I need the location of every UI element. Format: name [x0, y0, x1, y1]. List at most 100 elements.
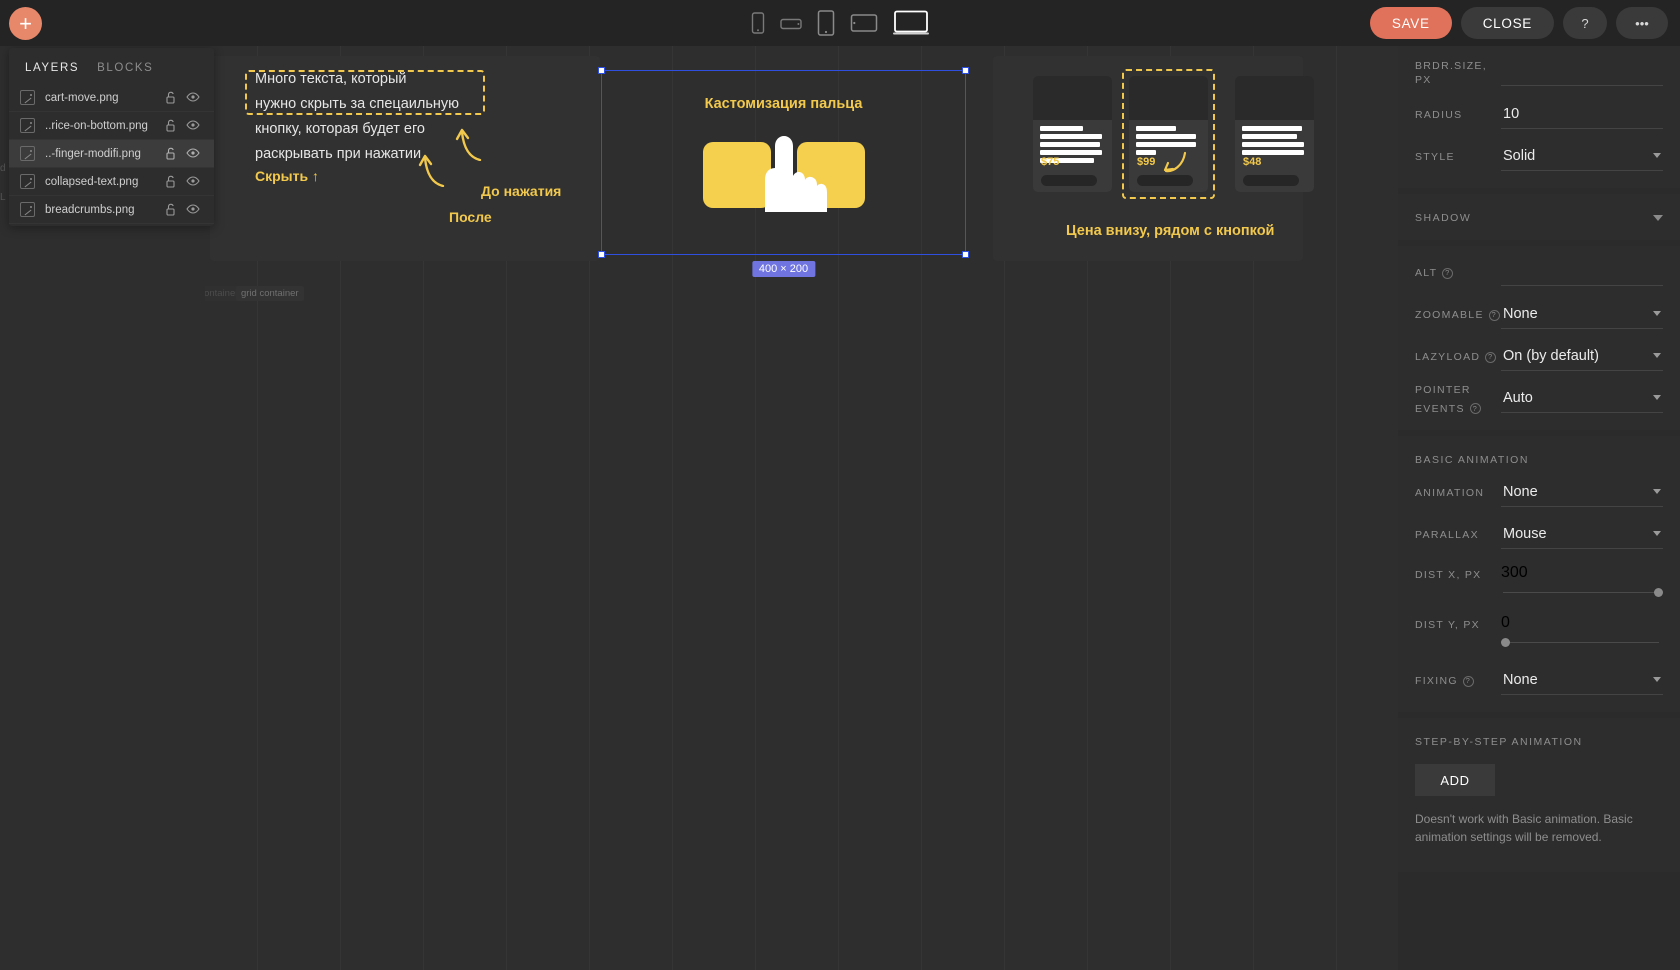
- pointer-events-select[interactable]: Auto: [1501, 385, 1663, 413]
- resize-handle-top-right[interactable]: [962, 67, 969, 74]
- layer-label: ..rice-on-bottom.png: [45, 119, 148, 132]
- dist-y-input[interactable]: 0: [1501, 614, 1663, 634]
- finger-customization-title: Кастомизация пальца: [704, 96, 863, 112]
- fixing-select[interactable]: None: [1501, 667, 1663, 695]
- unlock-icon[interactable]: [160, 89, 182, 107]
- parallax-select[interactable]: Mouse: [1501, 521, 1663, 549]
- arrow-price-icon: [1163, 151, 1187, 173]
- device-mobile-landscape[interactable]: [780, 16, 802, 30]
- save-button[interactable]: SAVE: [1369, 7, 1452, 39]
- collapsed-line-1: Много текста, который: [255, 71, 407, 87]
- close-button[interactable]: CLOSE: [1460, 7, 1554, 39]
- visibility-eye-icon[interactable]: [182, 145, 204, 163]
- layer-item-3[interactable]: collapsed-text.png: [9, 168, 214, 196]
- card-cta-button[interactable]: [1137, 175, 1193, 186]
- unlock-icon[interactable]: [160, 145, 182, 163]
- more-options-icon[interactable]: •••: [1616, 7, 1668, 39]
- alt-input[interactable]: [1501, 260, 1663, 286]
- help-icon[interactable]: ?: [1442, 267, 1454, 279]
- visibility-eye-icon[interactable]: [182, 201, 204, 219]
- help-icon[interactable]: ?: [1485, 351, 1497, 363]
- tab-layers[interactable]: LAYERS: [25, 62, 79, 74]
- toolbar-actions: SAVE CLOSE ? •••: [1369, 7, 1668, 39]
- image-settings-section: ALT ? ZOOMABLE ? None LAZYLOAD ? On (by …: [1398, 246, 1680, 430]
- layer-item-0[interactable]: cart-move.png: [9, 84, 214, 112]
- zoomable-label: ZOOMABLE ?: [1415, 308, 1501, 322]
- tab-blocks[interactable]: BLOCKS: [97, 62, 153, 74]
- parallax-row: PARALLAX Mouse: [1398, 514, 1680, 556]
- zoomable-row: ZOOMABLE ? None: [1398, 294, 1680, 336]
- slider-knob[interactable]: [1501, 638, 1510, 647]
- slider-knob[interactable]: [1654, 588, 1663, 597]
- chevron-down-icon: [1653, 153, 1661, 158]
- shadow-header[interactable]: SHADOW: [1398, 200, 1680, 236]
- shadow-section[interactable]: SHADOW: [1398, 194, 1680, 240]
- image-thumb-icon: [20, 90, 35, 105]
- visibility-eye-icon[interactable]: [182, 89, 204, 107]
- design-canvas[interactable]: + Много текста, который нужно скрыть за …: [205, 46, 1420, 970]
- pointer-label-line1: POINTER: [1415, 383, 1471, 396]
- selected-image-element[interactable]: Кастомизация пальца 400 × 200: [598, 67, 969, 277]
- image-thumb-icon: [20, 174, 35, 189]
- device-tablet-portrait[interactable]: [817, 10, 835, 36]
- dist-y-value: 0: [1501, 614, 1510, 631]
- card-cta-button[interactable]: [1243, 175, 1299, 186]
- device-desktop[interactable]: [893, 10, 929, 36]
- layer-label: cart-move.png: [45, 91, 119, 104]
- alt-row: ALT ?: [1398, 252, 1680, 294]
- dist-x-slider[interactable]: [1501, 586, 1663, 600]
- price-card-1[interactable]: $99: [1129, 76, 1208, 192]
- resize-handle-top-left[interactable]: [598, 67, 605, 74]
- ghost-label-left-1: d: [0, 163, 6, 174]
- visibility-eye-icon[interactable]: [182, 117, 204, 135]
- zoomable-select[interactable]: None: [1501, 301, 1663, 329]
- price-card-0[interactable]: $75: [1033, 76, 1112, 192]
- unlock-icon[interactable]: [160, 173, 182, 191]
- dist-y-row: DIST Y, PX 0: [1398, 608, 1680, 660]
- help-icon[interactable]: ?: [1488, 309, 1500, 321]
- unlock-icon[interactable]: [160, 201, 182, 219]
- animation-select[interactable]: None: [1501, 479, 1663, 507]
- chevron-down-icon: [1653, 311, 1661, 316]
- chevron-down-icon[interactable]: [1653, 215, 1663, 221]
- price-card-2[interactable]: $48: [1235, 76, 1314, 192]
- chevron-down-icon: [1653, 353, 1661, 358]
- lazyload-row: LAZYLOAD ? On (by default): [1398, 336, 1680, 378]
- layer-label: breadcrumbs.png: [45, 203, 135, 216]
- border-size-input[interactable]: [1501, 60, 1663, 86]
- radius-input[interactable]: 10: [1501, 101, 1663, 129]
- dist-x-label: DIST X, PX: [1415, 569, 1482, 581]
- unlock-icon[interactable]: [160, 117, 182, 135]
- dist-y-slider[interactable]: [1501, 636, 1663, 650]
- lazyload-select[interactable]: On (by default): [1501, 343, 1663, 371]
- resize-handle-bottom-left[interactable]: [598, 251, 605, 258]
- step-animation-hint: Doesn't work with Basic animation. Basic…: [1415, 812, 1633, 844]
- card-price: $48: [1243, 156, 1262, 168]
- visibility-eye-icon[interactable]: [182, 173, 204, 191]
- add-step-animation-button[interactable]: ADD: [1415, 764, 1495, 796]
- layer-item-1[interactable]: ..rice-on-bottom.png: [9, 112, 214, 140]
- hide-toggle-label[interactable]: Скрыть ↑: [255, 168, 319, 184]
- pointer-label-line2: EVENTS: [1415, 402, 1465, 415]
- resize-handle-bottom-right[interactable]: [962, 251, 969, 258]
- border-size-label: BRDR.SIZE, PX: [1415, 60, 1487, 86]
- help-icon[interactable]: ?: [1462, 675, 1474, 687]
- help-icon[interactable]: ?: [1469, 403, 1481, 414]
- device-mobile-portrait[interactable]: [751, 12, 765, 34]
- layer-label: ..-finger-modifi.png: [45, 147, 141, 160]
- parallax-label: PARALLAX: [1415, 529, 1479, 541]
- artboard-collapsed-text[interactable]: Много текста, который нужно скрыть за сп…: [210, 56, 600, 261]
- card-image-placeholder: [1235, 76, 1314, 120]
- chevron-down-icon: [1653, 395, 1661, 400]
- layer-item-4[interactable]: breadcrumbs.png: [9, 196, 214, 224]
- collapsed-line-2: нужно скрыть за спецаильную: [255, 96, 460, 112]
- basic-animation-section: BASIC ANIMATION ANIMATION None PARALLAX …: [1398, 436, 1680, 712]
- ghost-label-left-2: L: [0, 192, 6, 203]
- dist-x-input[interactable]: 300: [1501, 564, 1663, 584]
- device-tablet-landscape[interactable]: [850, 13, 878, 33]
- card-cta-button[interactable]: [1041, 175, 1097, 186]
- style-select[interactable]: Solid: [1501, 143, 1663, 171]
- layer-item-2[interactable]: ..-finger-modifi.png: [9, 140, 214, 168]
- help-icon[interactable]: ?: [1563, 7, 1607, 39]
- card-price: $75: [1041, 156, 1060, 168]
